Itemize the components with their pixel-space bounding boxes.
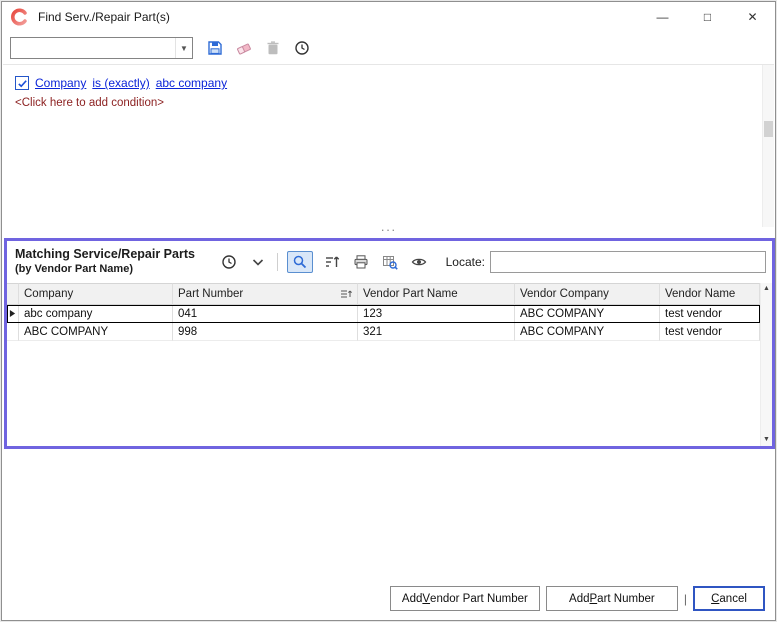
locate-input[interactable] bbox=[490, 251, 766, 273]
dialog-window: Find Serv./Repair Part(s) — □ ✕ ▼ bbox=[1, 1, 776, 621]
eraser-icon bbox=[236, 40, 252, 56]
cell-part-number: 041 bbox=[173, 305, 358, 323]
sort-indicator-icon bbox=[340, 289, 352, 299]
add-condition-link[interactable]: <Click here to add condition> bbox=[15, 97, 164, 109]
cell-vendor-name: test vendor bbox=[660, 305, 760, 323]
column-header-vendor-part-name[interactable]: Vendor Part Name bbox=[358, 283, 515, 305]
trash-icon bbox=[265, 40, 281, 56]
footer-divider: | bbox=[684, 592, 687, 606]
save-button[interactable] bbox=[203, 36, 227, 60]
cell-part-number: 998 bbox=[173, 323, 358, 341]
eye-icon bbox=[411, 254, 427, 270]
condition-panel: Company is (exactly) abc company <Click … bbox=[3, 64, 774, 227]
condition-value-link[interactable]: abc company bbox=[156, 76, 227, 90]
delete-button bbox=[261, 36, 285, 60]
condition-row: Company is (exactly) abc company bbox=[3, 65, 774, 90]
table-row[interactable]: abc company 041 123 ABC COMPANY test ven… bbox=[7, 305, 760, 323]
results-subtitle: (by Vendor Part Name) bbox=[15, 261, 219, 275]
history-button[interactable] bbox=[290, 36, 314, 60]
cell-company: abc company bbox=[19, 305, 173, 323]
titlebar: Find Serv./Repair Part(s) — □ ✕ bbox=[2, 2, 775, 32]
footer-buttons: Add Vendor Part Number Add Part Number |… bbox=[390, 586, 765, 611]
cell-vendor-name: test vendor bbox=[660, 323, 760, 341]
cell-vendor-company: ABC COMPANY bbox=[515, 323, 660, 341]
row-selector-cell bbox=[7, 323, 19, 341]
maximize-button[interactable]: □ bbox=[685, 2, 730, 32]
sort-icon bbox=[324, 254, 340, 270]
add-part-number-button[interactable]: Add Part Number bbox=[546, 586, 678, 611]
condition-checkbox[interactable] bbox=[15, 76, 29, 90]
chevron-down-icon[interactable]: ▼ bbox=[175, 38, 192, 58]
save-icon bbox=[207, 40, 223, 56]
results-title: Matching Service/Repair Parts bbox=[15, 244, 219, 261]
printer-icon bbox=[353, 254, 369, 270]
scroll-up-arrow-icon[interactable]: ▲ bbox=[761, 283, 772, 295]
cancel-button[interactable]: Cancel bbox=[693, 586, 765, 611]
scrollbar-thumb[interactable] bbox=[764, 121, 773, 137]
print-button[interactable] bbox=[351, 252, 371, 272]
column-header-vendor-name[interactable]: Vendor Name bbox=[660, 283, 760, 305]
current-row-arrow-icon bbox=[7, 309, 18, 318]
condition-operator-link[interactable]: is (exactly) bbox=[92, 76, 149, 90]
results-table: Company Part Number Vendor Part Name bbox=[7, 283, 772, 446]
cell-vendor-company: ABC COMPANY bbox=[515, 305, 660, 323]
check-icon bbox=[17, 78, 28, 89]
column-header-company[interactable]: Company bbox=[19, 283, 173, 305]
grid-search-button[interactable] bbox=[380, 252, 400, 272]
expand-button[interactable] bbox=[248, 252, 268, 272]
column-header-part-number[interactable]: Part Number bbox=[173, 283, 358, 305]
chevron-down-icon bbox=[250, 254, 266, 270]
clock-icon bbox=[294, 40, 310, 56]
minimize-button[interactable]: — bbox=[640, 2, 685, 32]
condition-scrollbar[interactable] bbox=[762, 65, 774, 227]
query-toolbar: ▼ bbox=[2, 34, 775, 62]
history-button[interactable] bbox=[219, 252, 239, 272]
cell-vendor-part-name: 123 bbox=[358, 305, 515, 323]
toolbar-divider bbox=[277, 253, 278, 271]
scroll-down-arrow-icon[interactable]: ▼ bbox=[761, 434, 772, 446]
preview-button[interactable] bbox=[409, 252, 429, 272]
window-title: Find Serv./Repair Part(s) bbox=[38, 10, 170, 24]
close-button[interactable]: ✕ bbox=[730, 2, 775, 32]
app-logo-icon bbox=[11, 8, 29, 26]
row-selector-header bbox=[7, 283, 19, 305]
table-header-row: Company Part Number Vendor Part Name bbox=[7, 283, 760, 305]
find-toggle-button[interactable] bbox=[287, 251, 313, 273]
clock-icon bbox=[221, 254, 237, 270]
row-selector-cell bbox=[7, 305, 19, 323]
condition-field-link[interactable]: Company bbox=[35, 76, 86, 90]
cell-vendor-part-name: 321 bbox=[358, 323, 515, 341]
column-header-vendor-company[interactable]: Vendor Company bbox=[515, 283, 660, 305]
clear-button[interactable] bbox=[232, 36, 256, 60]
results-panel: Matching Service/Repair Parts (by Vendor… bbox=[4, 238, 775, 449]
results-header: Matching Service/Repair Parts (by Vendor… bbox=[7, 241, 772, 283]
cell-company: ABC COMPANY bbox=[19, 323, 173, 341]
saved-query-combobox[interactable]: ▼ bbox=[10, 37, 193, 59]
locate-label: Locate: bbox=[446, 255, 485, 269]
splitter-handle[interactable]: ··· bbox=[2, 226, 775, 238]
magnifier-icon bbox=[292, 254, 308, 270]
add-vendor-part-number-button[interactable]: Add Vendor Part Number bbox=[390, 586, 540, 611]
grid-search-icon bbox=[382, 254, 398, 270]
table-scrollbar[interactable]: ▲ ▼ bbox=[760, 283, 772, 446]
table-row[interactable]: ABC COMPANY 998 321 ABC COMPANY test ven… bbox=[7, 323, 760, 341]
sort-button[interactable] bbox=[322, 252, 342, 272]
